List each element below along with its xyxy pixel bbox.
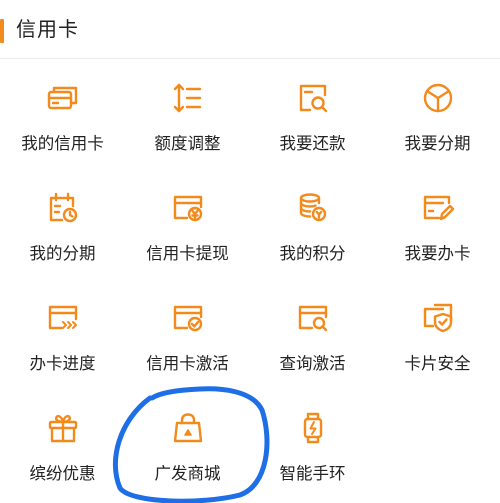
menu-item-label: 信用卡激活 [146, 354, 229, 373]
card-progress-icon [46, 301, 80, 335]
installment-clock-icon [46, 191, 80, 225]
menu-item-apply-progress[interactable]: 办卡进度 [0, 279, 125, 389]
menu-item-label: 我要分期 [404, 134, 471, 153]
section-header: 信用卡 [0, 0, 500, 59]
card-cash-icon [171, 191, 205, 225]
card-edit-icon [421, 191, 455, 225]
header-accent-bar [0, 19, 4, 43]
menu-item-label: 查询激活 [279, 354, 346, 373]
menu-item-card-security[interactable]: 卡片安全 [375, 279, 500, 389]
menu-item-offers[interactable]: 缤纷优惠 [0, 389, 125, 499]
menu-item-label: 卡片安全 [404, 354, 471, 373]
menu-item-label: 信用卡提现 [146, 244, 229, 263]
menu-item-limit-adjust[interactable]: 额度调整 [125, 59, 250, 169]
menu-item-label: 智能手环 [279, 464, 346, 483]
menu-item-apply-card[interactable]: 我要办卡 [375, 169, 500, 279]
card-shield-icon [421, 301, 455, 335]
menu-item-card-cash[interactable]: 信用卡提现 [125, 169, 250, 279]
menu-item-label: 我的信用卡 [21, 134, 104, 153]
section-title: 信用卡 [16, 17, 79, 41]
pie-circle-icon [421, 81, 455, 115]
card-stack-icon [46, 81, 80, 115]
query-activate-icon [296, 301, 330, 335]
menu-item-label: 广发商城 [154, 464, 221, 483]
menu-item-label: 我的分期 [29, 244, 96, 263]
menu-item-query-activate[interactable]: 查询激活 [250, 279, 375, 389]
menu-item-my-installment[interactable]: 我的分期 [0, 169, 125, 279]
smart-band-icon [296, 411, 330, 445]
menu-item-card-activate[interactable]: 信用卡激活 [125, 279, 250, 389]
menu-item-label: 我要还款 [279, 134, 346, 153]
coin-stack-icon [296, 191, 330, 225]
menu-item-request-installment[interactable]: 我要分期 [375, 59, 500, 169]
menu-item-label: 我的积分 [279, 244, 346, 263]
menu-item-my-points[interactable]: 我的积分 [250, 169, 375, 279]
gift-icon [46, 411, 80, 445]
menu-item-my-credit-card[interactable]: 我的信用卡 [0, 59, 125, 169]
menu-item-label: 缤纷优惠 [29, 464, 96, 483]
menu-item-repay[interactable]: 我要还款 [250, 59, 375, 169]
menu-item-smart-band[interactable]: 智能手环 [250, 389, 375, 499]
credit-card-menu-grid: 我的信用卡 额度调整 我要还款 我要分期 我的分期 信用卡提现 我的积分 我要办… [0, 59, 500, 503]
shopping-bag-icon [171, 411, 205, 445]
menu-item-gf-mall[interactable]: 广发商城 [125, 389, 250, 499]
repay-search-icon [296, 81, 330, 115]
card-activate-icon [171, 301, 205, 335]
menu-item-label: 办卡进度 [29, 354, 96, 373]
menu-item-label: 额度调整 [154, 134, 221, 153]
adjust-arrows-icon [171, 81, 205, 115]
menu-item-label: 我要办卡 [404, 244, 471, 263]
